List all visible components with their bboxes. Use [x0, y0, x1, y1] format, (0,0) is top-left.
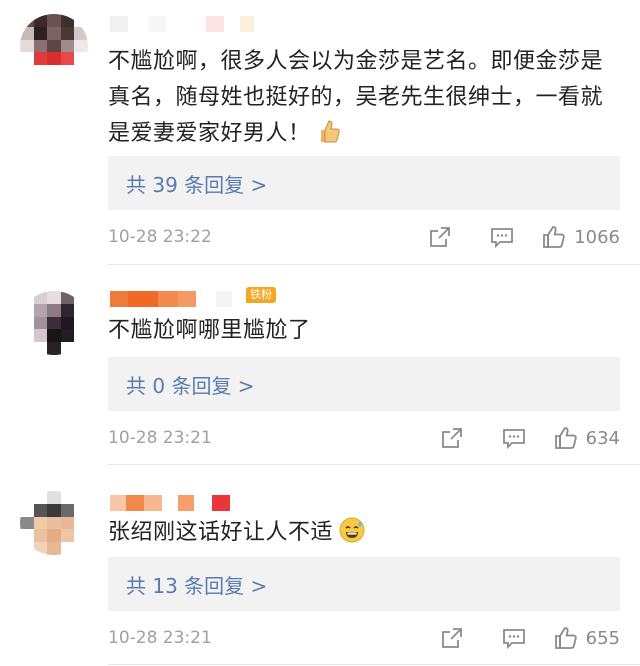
comment-footer: 10-28 23:21 634: [108, 423, 620, 453]
like-icon[interactable]: [554, 626, 578, 650]
avatar[interactable]: [20, 14, 88, 78]
reply-box: 共 39 条回复 >: [108, 156, 620, 210]
reply-box: 共 0 条回复 >: [108, 357, 620, 411]
like-count: 1066: [574, 226, 620, 248]
view-replies-link[interactable]: 共 0 条回复 >: [126, 370, 255, 399]
view-replies-link[interactable]: 共 39 条回复 >: [126, 169, 267, 198]
avatar[interactable]: [20, 491, 88, 555]
username[interactable]: [110, 495, 250, 511]
like-count: 655: [585, 627, 620, 649]
comment-item: 张绍刚这话好让人不适 共 13 条回复 > 10-28 23:21 655: [0, 465, 640, 666]
timestamp: 10-28 23:21: [108, 428, 212, 448]
username[interactable]: [110, 16, 270, 32]
action-bar: 655: [440, 626, 620, 650]
comment-icon[interactable]: [490, 225, 514, 249]
thumbs-up-icon: [317, 118, 341, 144]
share-icon[interactable]: [440, 626, 464, 650]
action-bar: 634: [440, 426, 620, 450]
username[interactable]: [110, 291, 240, 307]
comment-text: 张绍刚这话好让人不适: [108, 515, 618, 551]
comment-icon[interactable]: [502, 426, 526, 450]
share-icon[interactable]: [440, 426, 464, 450]
comment-icon[interactable]: [502, 626, 526, 650]
comment-text-content: 不尴尬啊，很多人会以为金莎是艺名。即便金莎是真名，随母姓也挺好的，吴老先生很绅士…: [108, 49, 604, 146]
comment-footer: 10-28 23:22 1066: [108, 222, 620, 252]
comment-footer: 10-28 23:21 655: [108, 623, 620, 653]
reply-box: 共 13 条回复 >: [108, 557, 620, 611]
comment-text: 不尴尬啊，很多人会以为金莎是艺名。即便金莎是真名，随母姓也挺好的，吴老先生很绅士…: [108, 44, 618, 152]
share-icon[interactable]: [428, 225, 452, 249]
comment-item: 不尴尬啊，很多人会以为金莎是艺名。即便金莎是真名，随母姓也挺好的，吴老先生很绅士…: [0, 0, 640, 262]
comment-text: 不尴尬啊哪里尴尬了: [108, 313, 618, 349]
comment-item: 铁粉 不尴尬啊哪里尴尬了 共 0 条回复 > 10-28 23:21 634: [0, 265, 640, 465]
avatar[interactable]: [20, 291, 88, 355]
divider: [108, 664, 640, 665]
sweat-smile-icon: [339, 517, 365, 543]
fan-badge: 铁粉: [246, 287, 276, 303]
comment-text-content: 不尴尬啊哪里尴尬了: [108, 318, 311, 343]
view-replies-link[interactable]: 共 13 条回复 >: [126, 570, 267, 599]
like-icon[interactable]: [542, 225, 566, 249]
comment-text-content: 张绍刚这话好让人不适: [108, 520, 334, 545]
timestamp: 10-28 23:21: [108, 628, 212, 648]
action-bar: 1066: [428, 225, 620, 249]
timestamp: 10-28 23:22: [108, 227, 212, 247]
like-icon[interactable]: [554, 426, 578, 450]
like-count: 634: [585, 427, 620, 449]
